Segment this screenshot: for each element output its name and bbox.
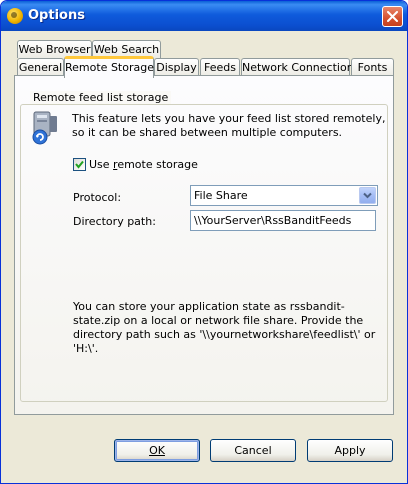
group-title: Remote feed list storage <box>30 91 172 104</box>
tab-remote-storage[interactable]: Remote Storage <box>64 56 154 78</box>
remote-computer-icon <box>32 111 57 145</box>
tab-feeds[interactable]: Feeds <box>200 58 240 76</box>
protocol-label: Protocol: <box>73 191 122 204</box>
remote-storage-group <box>20 104 388 402</box>
cancel-button[interactable]: Cancel <box>210 439 296 462</box>
storage-note: You can store your application state as … <box>73 300 376 355</box>
use-remote-storage-label[interactable]: Use remote storage <box>89 158 198 171</box>
apply-button[interactable]: Apply <box>307 439 393 462</box>
chevron-down-icon <box>363 192 372 199</box>
protocol-dropdown-button[interactable] <box>359 187 376 204</box>
info-text: This feature lets you have your feed lis… <box>72 112 386 139</box>
protocol-select[interactable]: File Share <box>190 185 378 206</box>
tab-display[interactable]: Display <box>154 58 199 76</box>
directory-path-label: Directory path: <box>73 215 156 228</box>
tab-network-connection[interactable]: Network Connection <box>241 58 354 76</box>
close-button[interactable] <box>382 6 403 27</box>
app-icon <box>7 8 23 24</box>
use-remote-storage-checkbox[interactable] <box>73 158 86 171</box>
tab-fonts[interactable]: Fonts <box>351 58 394 76</box>
checkmark-icon <box>75 160 84 169</box>
title-bar[interactable]: Options <box>1 1 407 31</box>
tab-general[interactable]: General <box>17 58 64 76</box>
close-icon <box>387 11 398 22</box>
window-title: Options <box>28 8 85 23</box>
ok-button[interactable]: OK <box>114 439 200 462</box>
directory-path-input[interactable]: \\YourServer\RssBanditFeeds <box>190 210 376 231</box>
directory-path-value: \\YourServer\RssBanditFeeds <box>194 214 352 227</box>
protocol-value: File Share <box>194 189 248 202</box>
